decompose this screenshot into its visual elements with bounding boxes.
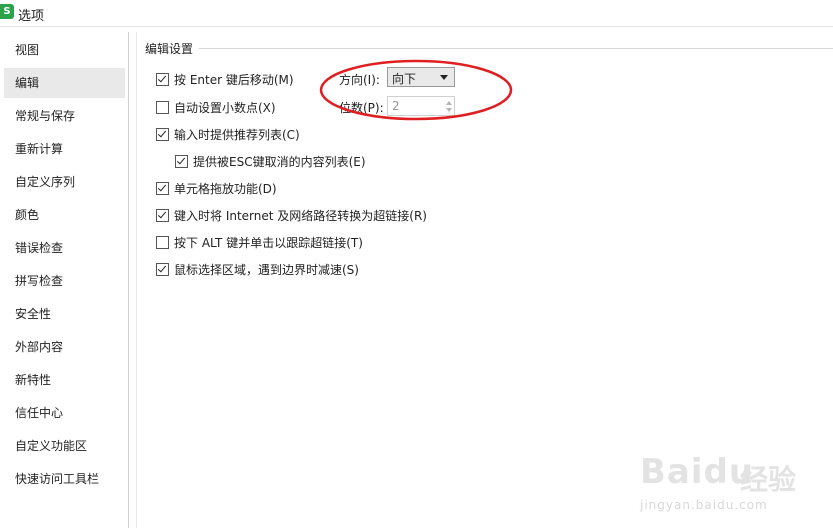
wps-logo-icon: S — [0, 4, 14, 19]
sidebar-nav: 视图 编辑 常规与保存 重新计算 自定义序列 颜色 错误检查 拼写检查 安全性 … — [0, 32, 129, 528]
direction-dropdown[interactable]: 向下 — [387, 67, 455, 87]
sidebar-item-spell-check[interactable]: 拼写检查 — [4, 266, 125, 296]
section-divider — [199, 48, 833, 49]
edit-settings-panel: 编辑设置 按 Enter 键后移动(M) 自动设置小数点(X) 输入时提供推荐列… — [136, 32, 833, 528]
checkbox[interactable] — [156, 73, 169, 86]
window-title: 选项 — [18, 9, 45, 24]
title-bar: S 选项 — [0, 0, 833, 27]
sidebar-item-custom-lists[interactable]: 自定义序列 — [4, 167, 125, 197]
checkbox[interactable] — [156, 263, 169, 276]
digits-label: 位数(P): — [339, 101, 384, 115]
option-label: 自动设置小数点(X) — [174, 101, 276, 115]
direction-label: 方向(I): — [339, 73, 380, 87]
option-label: 单元格拖放功能(D) — [174, 182, 277, 196]
sidebar-item-edit[interactable]: 编辑 — [4, 68, 125, 98]
sidebar-item-color[interactable]: 颜色 — [4, 200, 125, 230]
spin-up-icon[interactable] — [446, 101, 452, 105]
sidebar-item-view[interactable]: 视图 — [4, 35, 125, 65]
chevron-down-icon — [440, 75, 448, 80]
checkbox[interactable] — [156, 236, 169, 249]
checkbox[interactable] — [156, 128, 169, 141]
option-label: 提供被ESC键取消的内容列表(E) — [193, 155, 366, 169]
section-title: 编辑设置 — [145, 40, 198, 57]
sidebar-item-new-features[interactable]: 新特性 — [4, 365, 125, 395]
option-label: 按下 ALT 键并单击以跟踪超链接(T) — [174, 236, 363, 250]
checkbox[interactable] — [156, 209, 169, 222]
checkbox[interactable] — [175, 155, 188, 168]
sidebar-item-general-save[interactable]: 常规与保存 — [4, 101, 125, 131]
sidebar-item-customize-ribbon[interactable]: 自定义功能区 — [4, 431, 125, 461]
option-label: 鼠标选择区域，遇到边界时减速(S) — [174, 263, 359, 277]
option-label: 按 Enter 键后移动(M) — [174, 73, 294, 87]
sidebar-item-error-checking[interactable]: 错误检查 — [4, 233, 125, 263]
checkbox[interactable] — [156, 101, 169, 114]
sidebar-item-security[interactable]: 安全性 — [4, 299, 125, 329]
digits-spinner[interactable]: 2 — [387, 96, 455, 116]
option-label: 键入时将 Internet 及网络路径转换为超链接(R) — [174, 209, 427, 223]
digits-value: 2 — [392, 99, 400, 113]
option-label: 输入时提供推荐列表(C) — [174, 128, 300, 142]
direction-value: 向下 — [392, 72, 417, 86]
sidebar-item-external-content[interactable]: 外部内容 — [4, 332, 125, 362]
sidebar-item-recalculate[interactable]: 重新计算 — [4, 134, 125, 164]
checkbox[interactable] — [156, 182, 169, 195]
spin-down-icon[interactable] — [446, 108, 452, 112]
sidebar-item-quick-access-toolbar[interactable]: 快速访问工具栏 — [4, 464, 125, 494]
sidebar-item-trust-center[interactable]: 信任中心 — [4, 398, 125, 428]
